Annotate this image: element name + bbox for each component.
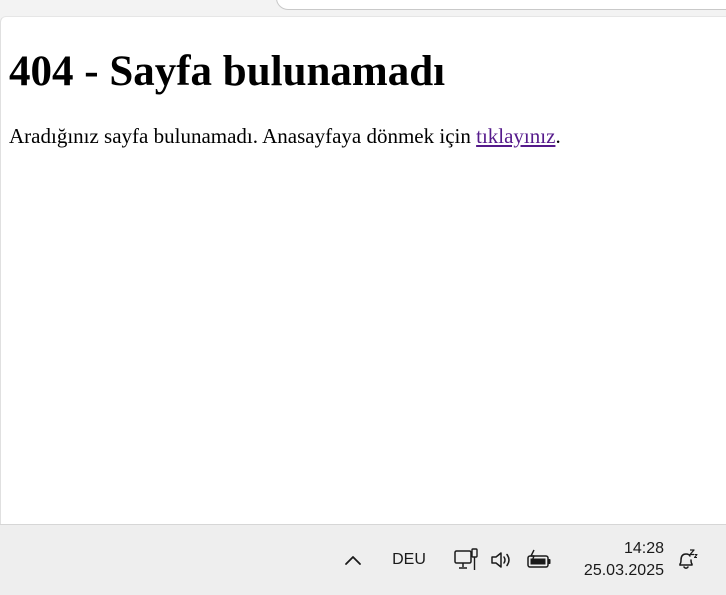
- network-wired-icon[interactable]: [450, 543, 482, 577]
- clock[interactable]: 14:28 25.03.2025: [568, 535, 664, 585]
- page-viewport: 404 - Sayfa bulunamadı Aradığınız sayfa …: [0, 16, 726, 524]
- chevron-up-icon[interactable]: [336, 543, 370, 577]
- notification-bell-dnd-icon[interactable]: [670, 543, 704, 577]
- browser-top-strip: [0, 0, 726, 16]
- message-period: .: [555, 124, 561, 148]
- page-message: Aradığınız sayfa bulunamadı. Anasayfaya …: [9, 124, 561, 149]
- speaker-icon[interactable]: [486, 543, 518, 577]
- taskbar: DEU 14:28 25.03.2025: [0, 524, 726, 595]
- language-indicator[interactable]: DEU: [384, 543, 434, 577]
- battery-charging-icon[interactable]: [522, 543, 556, 577]
- screen: 404 - Sayfa bulunamadı Aradığınız sayfa …: [0, 0, 726, 595]
- message-text: Aradığınız sayfa bulunamadı. Anasayfaya …: [9, 124, 477, 148]
- clock-time: 14:28: [623, 540, 664, 557]
- clock-date: 25.03.2025: [583, 562, 664, 579]
- homepage-link[interactable]: tıklayınız: [476, 124, 555, 148]
- page-title: 404 - Sayfa bulunamadı: [9, 48, 446, 95]
- browser-tab-edge: [276, 0, 726, 10]
